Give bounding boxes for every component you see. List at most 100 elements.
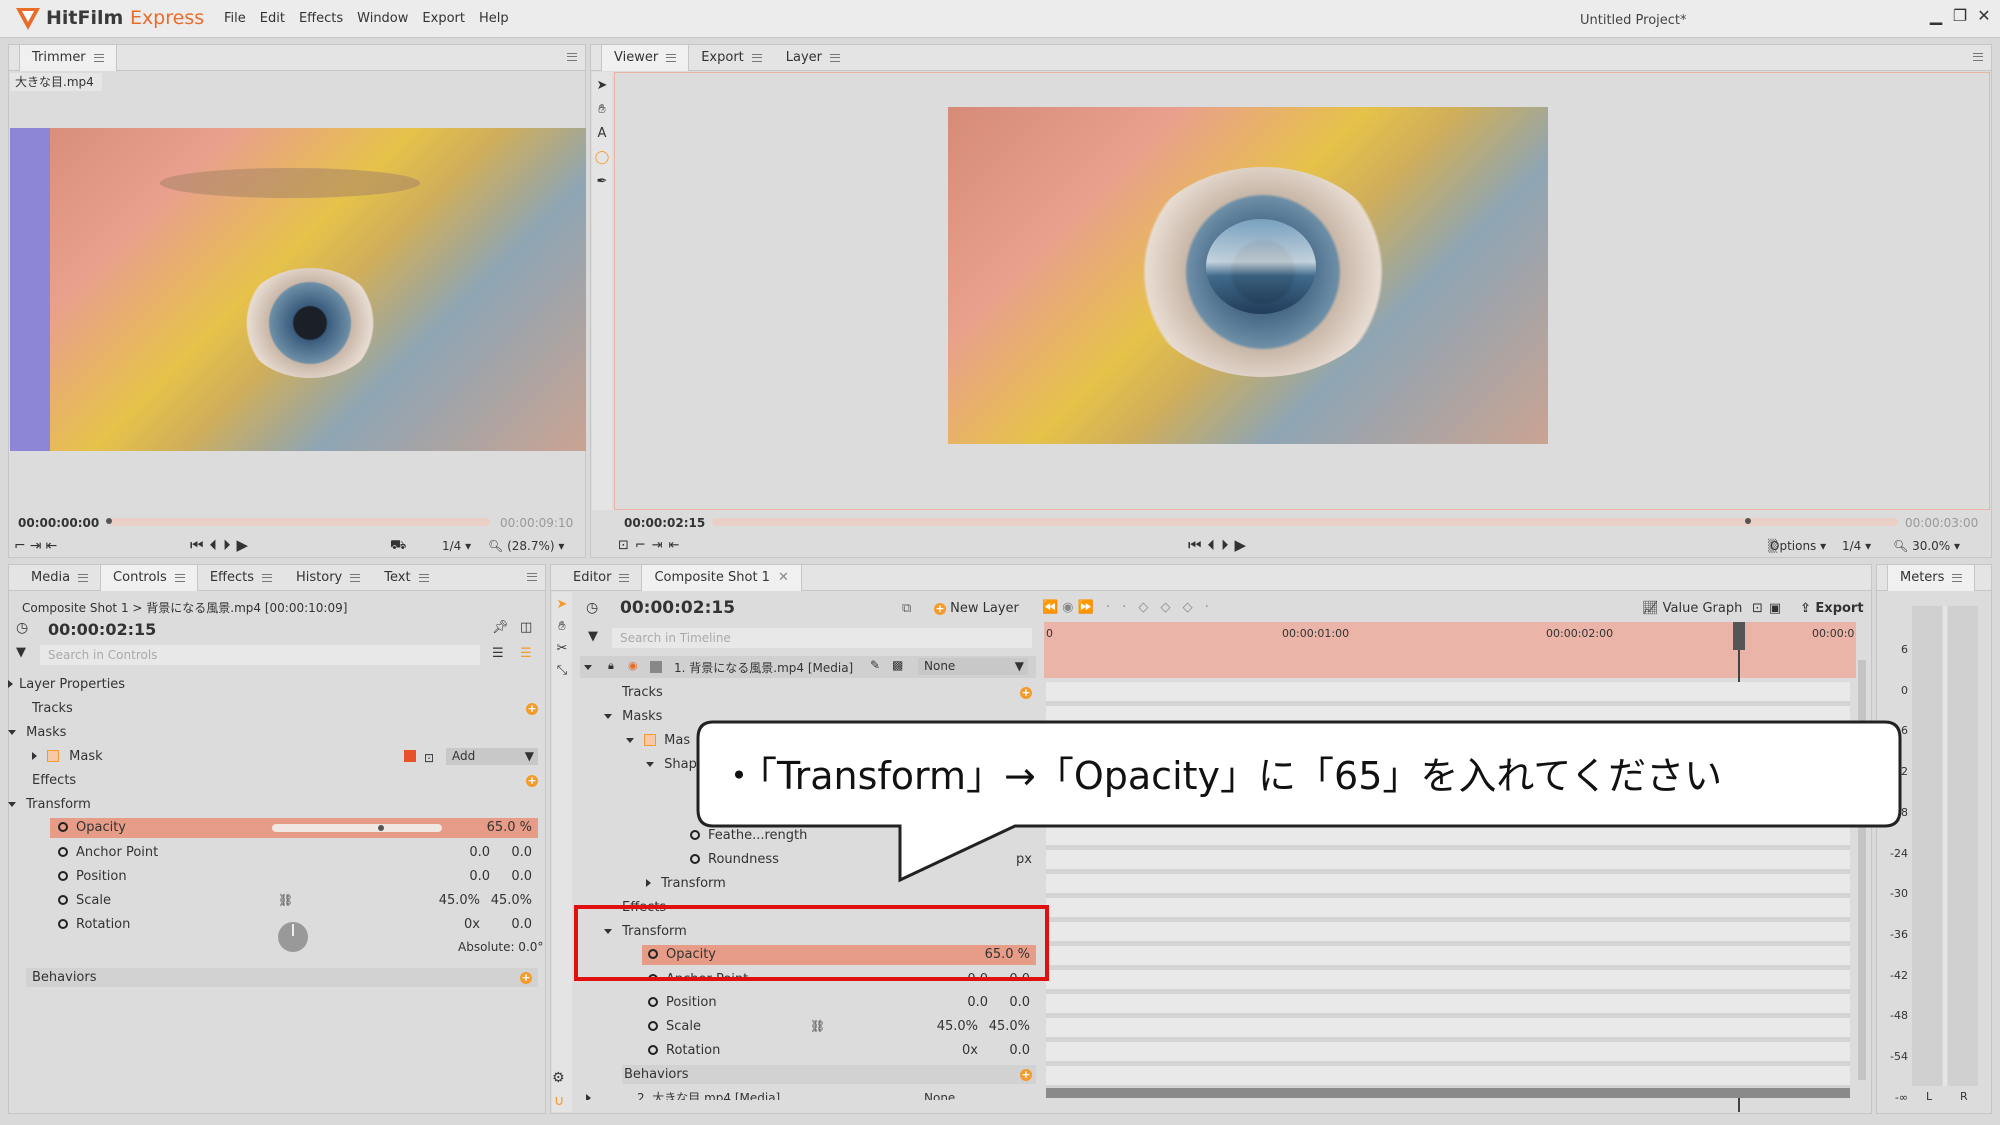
hand-tool-icon[interactable]: ✋︎	[592, 98, 612, 122]
row-opacity[interactable]: Opacity 65.0 %	[50, 818, 538, 838]
panel-menu-icon[interactable]	[567, 53, 577, 61]
viewer-playhead[interactable]	[1745, 518, 1751, 524]
close-icon[interactable]: ✕	[1974, 6, 1994, 25]
timeline-scrollbar[interactable]	[1046, 1088, 1850, 1098]
viewer-transport-icons[interactable]: ⏮⏴⏵▶	[1188, 536, 1252, 554]
mask-invert-icon[interactable]: ⊡	[424, 749, 434, 768]
viewer-scrubber[interactable]	[712, 518, 1898, 526]
opacity-slider[interactable]	[272, 824, 442, 832]
row-scale[interactable]: Scale ⛓ 45.0% 45.0%	[50, 891, 538, 910]
panel-layout-icon[interactable]: ◫	[520, 620, 532, 635]
tab-editor[interactable]: Editor	[561, 565, 641, 591]
pen-icon[interactable]: ✎	[870, 658, 880, 672]
trimmer-insert-icon[interactable]: ⛟	[390, 538, 406, 555]
tab-layer[interactable]: Layer	[774, 45, 852, 71]
lock-icon[interactable]: 🔒︎	[608, 659, 614, 673]
tab-export[interactable]: Export	[689, 45, 774, 71]
tab-media[interactable]: Media	[19, 565, 100, 591]
select-tool-icon[interactable]: ➤	[592, 74, 612, 98]
checker-icon[interactable]: ▩	[892, 658, 903, 672]
row-layer-properties[interactable]: Layer Properties	[8, 675, 538, 694]
row-masks[interactable]: Masks	[8, 723, 538, 742]
editor-row-scale[interactable]: Scale ⛓ 45.0% 45.0%	[648, 1017, 1036, 1036]
editor-row-behaviors[interactable]: Behaviors +	[622, 1065, 1036, 1084]
trimmer-transport-icons[interactable]: ⏮⏴⏵▶	[190, 536, 254, 554]
add-effect-icon[interactable]: +	[526, 775, 538, 787]
razor-tool-icon[interactable]: ✂	[552, 638, 572, 660]
controls-search-input[interactable]: Search in Controls	[40, 645, 480, 665]
keyframe-nav-icons[interactable]: ⏪◉⏩ · · ◇ ◇ ◇ ·	[1042, 600, 1213, 615]
editor-export-button[interactable]: ⇪ Export	[1800, 601, 1864, 616]
menu-help[interactable]: Help	[479, 11, 509, 26]
minimize-icon[interactable]: ▁	[1926, 6, 1946, 25]
menu-export[interactable]: Export	[422, 11, 465, 26]
panel-menu-icon[interactable]	[1973, 53, 1983, 61]
hand-tool-icon[interactable]: ✋︎	[552, 616, 572, 638]
tab-history[interactable]: History	[284, 565, 372, 591]
row-transform[interactable]: Transform	[8, 795, 538, 814]
folder-icon[interactable]: ⧉	[902, 601, 911, 616]
trimmer-preview-image[interactable]	[10, 128, 586, 451]
select-tool-icon[interactable]: ➤	[552, 594, 572, 616]
layer-row-2[interactable]: 2. 大きな目.mp4 [Media] None	[586, 1089, 1036, 1100]
trimmer-zoom-percent[interactable]: 🔍︎ (28.7%) ▾	[488, 539, 564, 553]
list-view-icon[interactable]: ☰	[492, 646, 504, 661]
rotation-dial[interactable]	[278, 922, 308, 952]
panel-menu-icon[interactable]	[527, 573, 537, 581]
close-tab-icon[interactable]: ✕	[778, 565, 789, 591]
ellipse-tool-icon[interactable]: ◯	[592, 146, 612, 170]
add-behavior-icon[interactable]: +	[520, 972, 532, 984]
viewer-options[interactable]: Options ▾	[1770, 539, 1826, 553]
opacity-slider-handle[interactable]	[378, 825, 384, 831]
maximize-icon[interactable]: ❐	[1950, 6, 1970, 25]
value-graph-button[interactable]: 📈︎ Value Graph	[1642, 601, 1742, 616]
menu-file[interactable]: File	[224, 11, 246, 26]
menu-window[interactable]: Window	[357, 11, 408, 26]
pin-icon[interactable]: 📌︎	[492, 620, 509, 635]
row-anchor-point[interactable]: Anchor Point 0.0 0.0	[50, 843, 538, 862]
layer-name[interactable]: 1. 背景になる風景.mp4 [Media]	[674, 659, 853, 676]
settings-gear-icon[interactable]: ⚙	[552, 1070, 565, 1086]
magnet-icon[interactable]: ∪	[554, 1093, 564, 1109]
link-icon[interactable]: ⛓	[810, 1017, 825, 1036]
row-mask[interactable]: Mask ⊡ Add ▼	[32, 747, 538, 766]
mask-mode-select[interactable]: Add ▼	[446, 748, 538, 765]
blend-mode-select[interactable]: None ▼	[918, 658, 1028, 675]
new-layer-button[interactable]: + New Layer	[934, 601, 1019, 616]
text-tool-icon[interactable]: A	[592, 122, 612, 146]
row-effects[interactable]: Effects +	[32, 771, 538, 790]
tab-meters[interactable]: Meters	[1887, 564, 1976, 591]
trimmer-scrubber[interactable]	[108, 518, 490, 526]
timeline-tool-icons[interactable]: ⊡▣	[1752, 601, 1787, 616]
viewer-composite-image[interactable]	[948, 107, 1548, 444]
viewer-zoom-select[interactable]: 1/4 ▾	[1842, 539, 1871, 553]
tab-effects[interactable]: Effects	[198, 565, 284, 591]
viewer-zoom-percent[interactable]: 🔍︎ 30.0% ▾	[1893, 539, 1960, 553]
tab-viewer[interactable]: Viewer	[601, 44, 690, 71]
timeline-search-input[interactable]: Search in Timeline	[612, 628, 1032, 648]
editor-row-rotation[interactable]: Rotation 0x 0.0	[648, 1041, 1036, 1060]
pen-tool-icon[interactable]: ✒	[592, 170, 612, 194]
list-view-active-icon[interactable]: ☰	[520, 646, 532, 661]
tab-trimmer[interactable]: Trimmer	[19, 44, 117, 71]
viewer-icons-left[interactable]: ⊡⌐⇥⇤	[618, 538, 686, 553]
add-track-icon[interactable]: +	[526, 703, 538, 715]
menu-icon[interactable]	[93, 53, 104, 62]
visibility-icon[interactable]: ◉	[628, 659, 638, 672]
row-tracks[interactable]: Tracks +	[32, 699, 538, 718]
editor-row-tracks[interactable]: Tracks +	[622, 683, 1036, 702]
row-position[interactable]: Position 0.0 0.0	[50, 867, 538, 886]
editor-row-position[interactable]: Position 0.0 0.0	[648, 993, 1036, 1012]
link-icon[interactable]: ⛓	[278, 891, 293, 910]
opacity-value[interactable]: 65.0 %	[487, 818, 532, 837]
tab-controls[interactable]: Controls	[100, 564, 198, 591]
trimmer-zoom-select[interactable]: 1/4 ▾	[442, 539, 471, 553]
trimmer-in-out-icons[interactable]: ⌐⇥⇤	[14, 538, 61, 554]
slip-tool-icon[interactable]: ⤡	[552, 660, 572, 682]
row-behaviors[interactable]: Behaviors +	[26, 968, 538, 987]
tab-composite-shot[interactable]: Composite Shot 1 ✕	[641, 564, 802, 591]
tab-text[interactable]: Text	[372, 565, 440, 591]
mask-swatch-icon[interactable]	[404, 750, 416, 762]
menu-edit[interactable]: Edit	[260, 11, 285, 26]
layer-row-1[interactable]: 🔒︎ ◉ 1. 背景になる風景.mp4 [Media] ✎ ▩ None ▼	[580, 656, 1036, 678]
